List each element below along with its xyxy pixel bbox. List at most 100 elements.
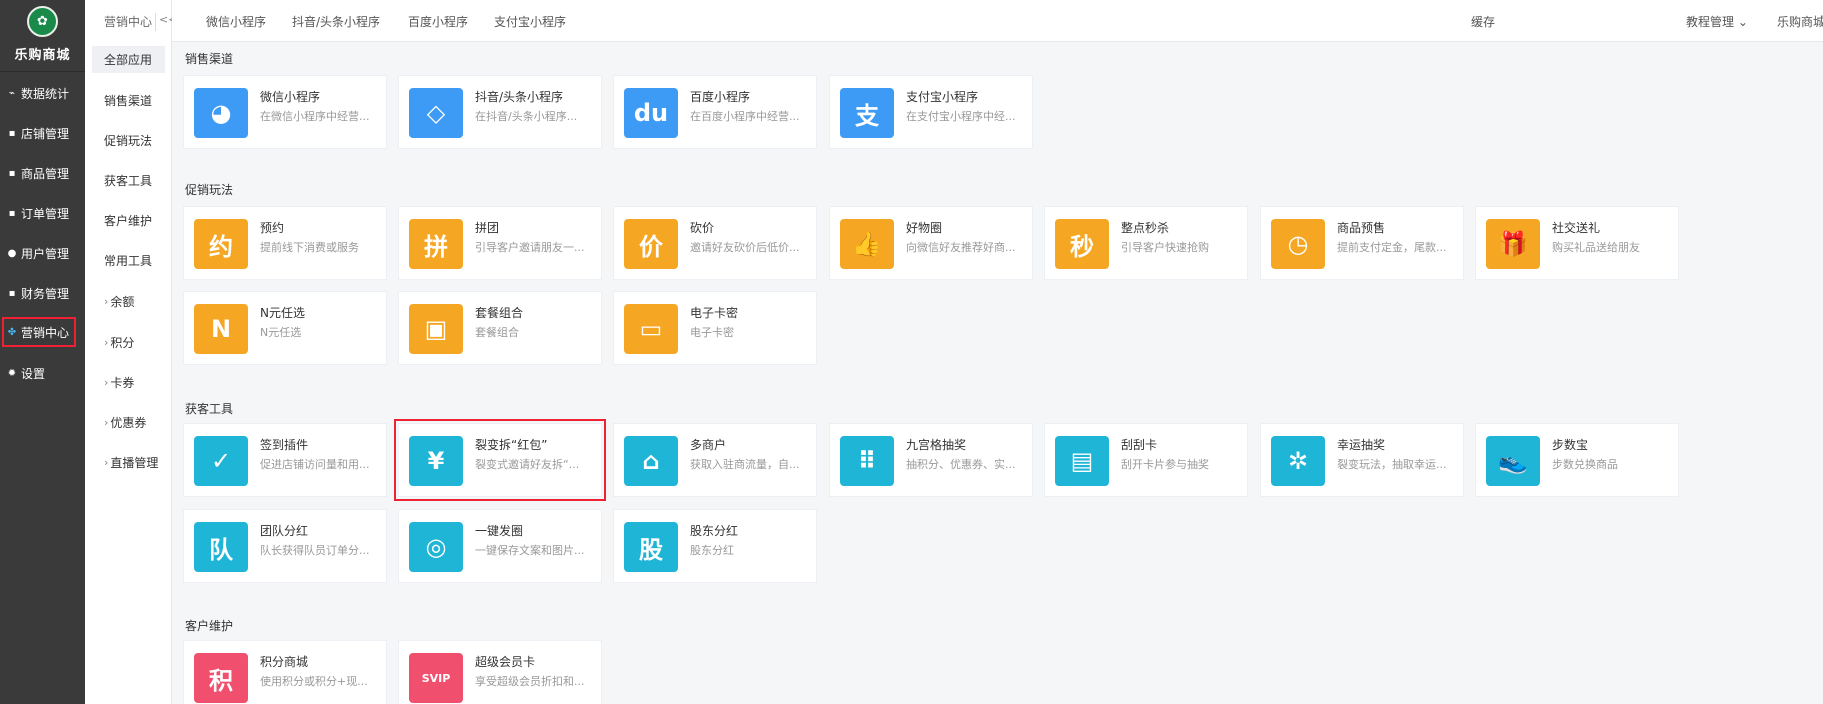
app-card-e-card[interactable]: ▭ 电子卡密 电子卡密 [613, 291, 817, 365]
app-card-desc: 提前支付定金，尾款... [1337, 241, 1447, 254]
sidebar-item-data-stats[interactable]: ⌁ 数据统计 [4, 78, 78, 108]
tab-baidu-mini[interactable]: 百度小程序 [408, 13, 468, 30]
sidebar-item-marketing[interactable]: ✤ 营销中心 [2, 317, 76, 347]
app-card-group-buy[interactable]: 拼拼团 引导客户邀请朋友一... [398, 206, 602, 280]
chevron-down-icon: ⌄ [1737, 15, 1748, 29]
subnav-item-balance[interactable]: › 余额 [92, 288, 165, 315]
shoe-icon: 👟 [1486, 436, 1540, 486]
gear-icon: ✹ [7, 367, 17, 379]
app-card-team[interactable]: 队团队分红 队长获得队员订单分... [183, 509, 387, 583]
chevron-right-icon: › [104, 456, 109, 469]
sidebar-item-users[interactable]: ● 用户管理 [4, 238, 78, 268]
red-packet-icon: ¥ [409, 436, 463, 486]
app-card-title: 电子卡密 [690, 306, 739, 320]
marketing-subnav: 营销中心 << 全部应用 销售渠道 促销玩法 获客工具 客户维护 常用工具 › 余… [85, 0, 177, 704]
app-card-thumbs-up[interactable]: 👍 好物圈 向微信好友推荐好商... [829, 206, 1033, 280]
goods-icon: ▪ [8, 167, 16, 179]
app-card-desc: 步数兑换商品 [1552, 458, 1618, 471]
app-grid: 销售渠道 ◕ 微信小程序 在微信小程序中经营... ◇ 抖音/头条小程序 在抖音/头条小程序… [172, 42, 1823, 704]
subnav-item-common-tools[interactable]: 常用工具 [92, 247, 165, 274]
app-card-appointment[interactable]: 约预约 提前线下消费或服务 [183, 206, 387, 280]
presale-icon: ◷ [1271, 219, 1325, 269]
subnav-label: 直播管理 [110, 456, 159, 470]
chart-icon: ⌁ [8, 87, 16, 99]
shop-logo[interactable]: ✿ [27, 6, 58, 37]
tutorial-menu[interactable]: 教程管理 ⌄ [1686, 13, 1748, 30]
shop-name: 乐购商城 [14, 48, 71, 63]
sidebar-item-label: 营销中心 [21, 325, 70, 340]
subnav-item-live[interactable]: › 直播管理 [92, 449, 165, 476]
sidebar-item-label: 商品管理 [21, 166, 70, 181]
bargain-icon: 价 [624, 219, 678, 269]
app-card-shop[interactable]: ⌂ 多商户 获取入驻商流量，自... [613, 423, 817, 497]
app-card-title: 团队分红 [260, 524, 309, 538]
app-card-gift[interactable]: 🎁 社交送礼购买礼品送给朋友 [1475, 206, 1679, 280]
app-card-vip-card[interactable]: SVIP 超级会员卡 享受超级会员折扣和... [398, 640, 602, 704]
subnav-item-retention[interactable]: 客户维护 [92, 207, 165, 234]
subnav-item-points[interactable]: › 积分 [92, 329, 165, 356]
sidebar-item-goods[interactable]: ▪ 商品管理 [4, 158, 78, 188]
app-card-desc: 电子卡密 [690, 326, 734, 339]
app-card-bargain[interactable]: 价砍价 邀请好友砍价后低价... [613, 206, 817, 280]
app-card-desc: 使用积分或积分+现... [260, 675, 368, 688]
douyin-icon: ◇ [409, 88, 463, 138]
app-card-scratch-card[interactable]: ▤ 刮刮卡 刮开卡片参与抽奖 [1044, 423, 1248, 497]
app-card-desc: 邀请好友砍价后低价... [690, 241, 800, 254]
subnav-label: 卡券 [110, 376, 135, 390]
gift-icon: 🎁 [1486, 219, 1540, 269]
app-card-title: 九宫格抽奖 [906, 438, 967, 452]
subnav-item-acquisition[interactable]: 获客工具 [92, 167, 165, 194]
subnav-label: 优惠券 [110, 416, 147, 430]
app-card-n-yuan[interactable]: N N元任选 N元任选 [183, 291, 387, 365]
app-card-combo[interactable]: ▣ 套餐组合 套餐组合 [398, 291, 602, 365]
user-icon: ● [7, 247, 17, 259]
sidebar-item-finance[interactable]: ▪ 财务管理 [4, 278, 78, 308]
app-card-points-mall[interactable]: 积积分商城 使用积分或积分+现... [183, 640, 387, 704]
app-card-title: 商品预售 [1337, 221, 1386, 235]
subnav-item-coupons[interactable]: › 优惠券 [92, 409, 165, 436]
cache-button[interactable]: 缓存 [1471, 13, 1495, 30]
app-card-desc: 提前线下消费或服务 [260, 241, 359, 254]
app-card-alipay[interactable]: 支支付宝小程序 在支付宝小程序中经... [829, 75, 1033, 149]
tab-wechat-mini[interactable]: 微信小程序 [206, 13, 266, 30]
subnav-item-promotion[interactable]: 促销玩法 [92, 127, 165, 154]
app-card-red-packet[interactable]: ¥ 裂变拆“红包” 裂变式邀请好友拆“... [394, 419, 606, 501]
sidebar-item-label: 订单管理 [21, 206, 70, 221]
subnav-item-sales-channel[interactable]: 销售渠道 [92, 87, 165, 114]
tab-alipay-mini[interactable]: 支付宝小程序 [494, 13, 566, 30]
sidebar-item-store[interactable]: ▪ 店铺管理 [4, 118, 78, 148]
app-card-desc: 在支付宝小程序中经... [906, 110, 1016, 123]
app-card-wechat[interactable]: ◕ 微信小程序 在微信小程序中经营... [183, 75, 387, 149]
app-card-baidu[interactable]: du 百度小程序 在百度小程序中经营... [613, 75, 817, 149]
sidebar-item-orders[interactable]: ▪ 订单管理 [4, 198, 78, 228]
app-card-shareholder[interactable]: 股股东分红 股东分红 [613, 509, 817, 583]
shop-icon: ⌂ [624, 436, 678, 486]
app-card-aperture[interactable]: ◎ 一键发圈 一键保存文案和图片... [398, 509, 602, 583]
app-card-grid[interactable]: ⠿ 九宫格抽奖 抽积分、优惠券、实... [829, 423, 1033, 497]
app-card-title: 刮刮卡 [1121, 438, 1158, 452]
order-icon: ▪ [8, 207, 16, 219]
app-card-desc: N元任选 [260, 326, 302, 339]
app-card-douyin[interactable]: ◇ 抖音/头条小程序 在抖音/头条小程序... [398, 75, 602, 149]
app-card-presale[interactable]: ◷ 商品预售提前支付定金，尾款... [1260, 206, 1464, 280]
app-card-desc: 在抖音/头条小程序... [475, 110, 578, 123]
sidebar-item-settings[interactable]: ✹ 设置 [4, 358, 78, 388]
app-card-flash-sale[interactable]: 秒整点秒杀 引导客户快速抢购 [1044, 206, 1248, 280]
store-menu[interactable]: 乐购商城 [1777, 13, 1823, 45]
app-card-title: 一键发圈 [475, 524, 524, 538]
app-card-wheel[interactable]: ✲ 幸运抽奖 裂变玩法，抽取幸运... [1260, 423, 1464, 497]
app-card-desc: 购买礼品送给朋友 [1552, 241, 1640, 254]
app-card-title: 支付宝小程序 [906, 90, 979, 104]
app-card-title: 社交送礼 [1552, 221, 1601, 235]
app-card-title: 股东分红 [690, 524, 739, 538]
tab-douyin-mini[interactable]: 抖音/头条小程序 [292, 13, 380, 30]
subnav-item-all-apps[interactable]: 全部应用 [92, 46, 165, 73]
subnav-label: 获客工具 [104, 174, 153, 188]
combo-icon: ▣ [409, 304, 463, 354]
app-card-title: 百度小程序 [690, 90, 751, 104]
app-card-calendar[interactable]: ✓ 签到插件 促进店铺访问量和用... [183, 423, 387, 497]
subnav-label: 全部应用 [104, 53, 153, 67]
subnav-item-cards[interactable]: › 卡券 [92, 369, 165, 396]
app-card-title: 多商户 [690, 438, 727, 452]
app-card-shoe[interactable]: 👟 步数宝 步数兑换商品 [1475, 423, 1679, 497]
